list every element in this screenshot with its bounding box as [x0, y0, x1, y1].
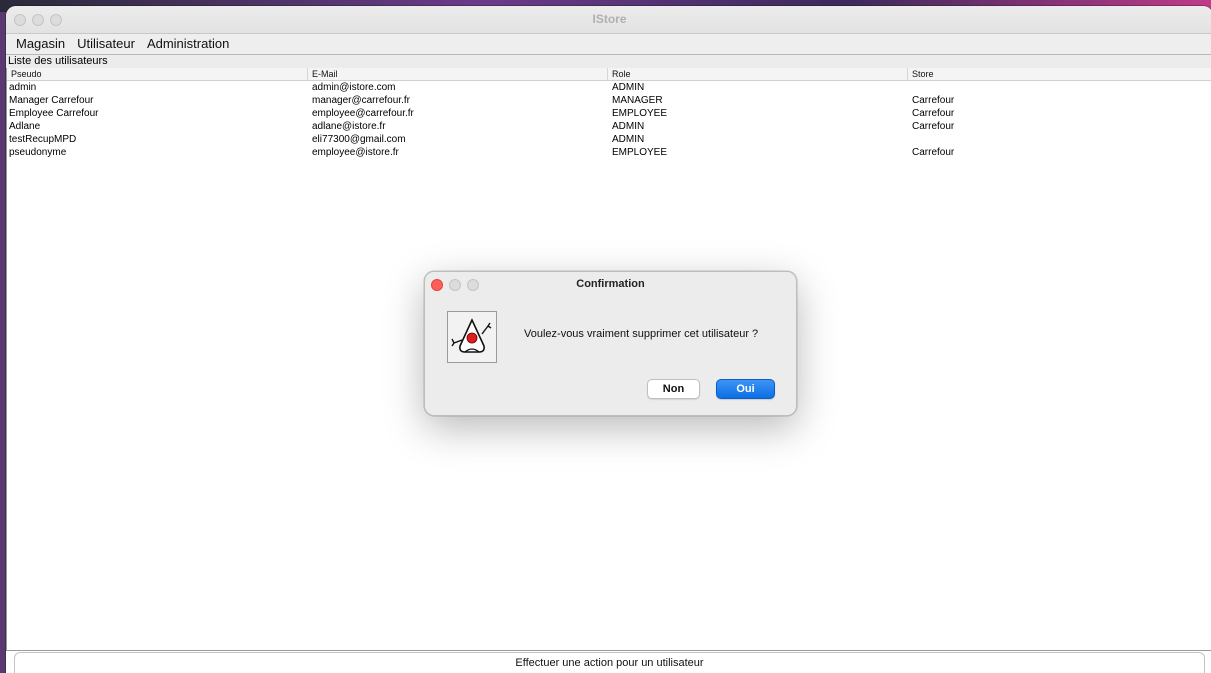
cell-email: employee@istore.fr	[312, 147, 399, 158]
cell-store	[908, 133, 1211, 146]
yes-button[interactable]: Oui	[716, 379, 775, 399]
menu-utilisateur[interactable]: Utilisateur	[71, 34, 141, 54]
window-title: IStore	[592, 12, 627, 26]
column-header-store[interactable]: Store	[908, 68, 1211, 80]
dialog-title: Confirmation	[576, 278, 645, 290]
cell-role: ADMIN	[612, 121, 645, 132]
table-row[interactable]: Manager Carrefour manager@carrefour.fr M…	[7, 94, 1211, 107]
confirmation-dialog: Confirmation Voulez-vous vraiment suppri…	[424, 271, 797, 416]
cell-pseudo: testRecupMPD	[9, 134, 77, 145]
cell-store: Carrefour	[912, 147, 955, 158]
column-header-pseudo[interactable]: Pseudo	[7, 68, 308, 80]
table-row[interactable]: admin admin@istore.com ADMIN	[7, 81, 1211, 94]
dialog-message: Voulez-vous vraiment supprimer cet utili…	[524, 328, 759, 340]
cell-store: Carrefour	[912, 121, 955, 132]
cell-role: ADMIN	[612, 134, 645, 145]
cell-email: manager@carrefour.fr	[312, 95, 410, 106]
table-header: Pseudo E-Mail Role Store	[7, 68, 1211, 81]
cell-email: eli77300@gmail.com	[312, 134, 406, 145]
cell-email: admin@istore.com	[312, 82, 396, 93]
cell-pseudo: Adlane	[9, 121, 41, 132]
cell-store: Carrefour	[912, 95, 955, 106]
table-row[interactable]: testRecupMPD eli77300@gmail.com ADMIN	[7, 133, 1211, 146]
column-header-email[interactable]: E-Mail	[308, 68, 608, 80]
cell-store: Carrefour	[912, 108, 955, 119]
duke-java-icon	[447, 311, 497, 363]
user-action-button[interactable]: Effectuer une action pour un utilisateur	[14, 652, 1205, 673]
cell-role: EMPLOYEE	[612, 147, 668, 158]
table-row[interactable]: Employee Carrefour employee@carrefour.fr…	[7, 107, 1211, 120]
panel-title: Liste des utilisateurs	[6, 54, 1211, 69]
cell-pseudo: Manager Carrefour	[9, 95, 94, 106]
no-button[interactable]: Non	[647, 379, 700, 399]
cell-role: ADMIN	[612, 82, 645, 93]
cell-role: MANAGER	[612, 95, 663, 106]
table-row[interactable]: Adlane adlane@istore.fr ADMIN Carrefour	[7, 120, 1211, 133]
menu-magasin[interactable]: Magasin	[10, 34, 71, 54]
cell-pseudo: Employee Carrefour	[9, 108, 99, 119]
cell-pseudo: admin	[9, 82, 37, 93]
cell-pseudo: pseudonyme	[9, 147, 67, 158]
cell-store	[908, 81, 1211, 94]
dialog-titlebar: Confirmation	[425, 272, 796, 297]
table-row[interactable]: pseudonyme employee@istore.fr EMPLOYEE C…	[7, 146, 1211, 159]
cell-role: EMPLOYEE	[612, 108, 668, 119]
cell-email: adlane@istore.fr	[312, 121, 386, 132]
column-header-role[interactable]: Role	[608, 68, 908, 80]
menu-administration[interactable]: Administration	[141, 34, 235, 54]
cell-email: employee@carrefour.fr	[312, 108, 414, 119]
window-titlebar: IStore	[6, 6, 1211, 34]
menu-bar: Magasin Utilisateur Administration	[6, 34, 1211, 54]
